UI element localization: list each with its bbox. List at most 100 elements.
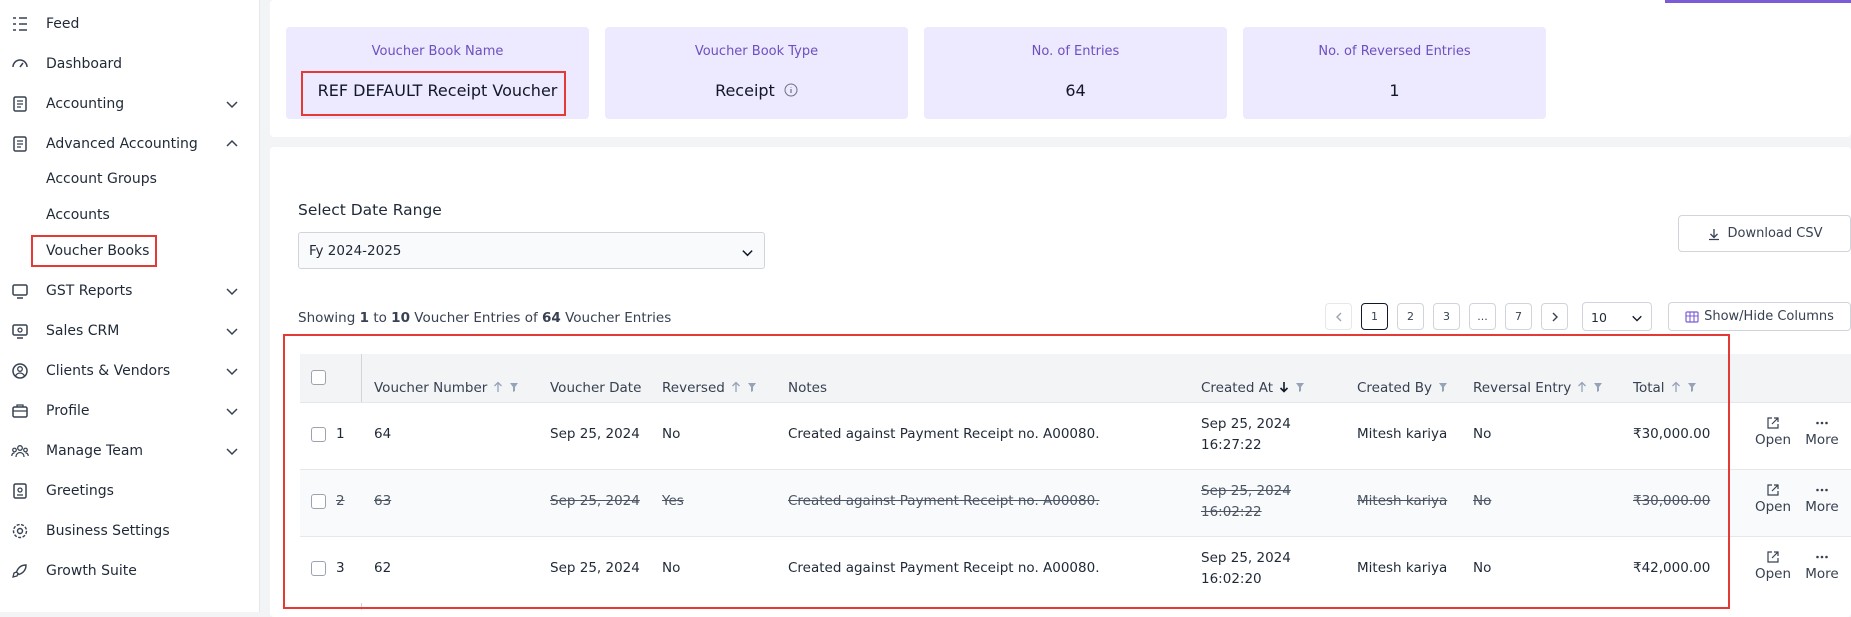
- gst-icon: [12, 284, 28, 299]
- nav-label: Clients & Vendors: [46, 363, 171, 379]
- chevron-down-icon: [742, 250, 753, 257]
- open-label: Open: [1754, 499, 1792, 515]
- prev-page-button[interactable]: [1325, 303, 1352, 330]
- nav-accounting[interactable]: Accounting: [0, 86, 260, 122]
- nav-label: Business Settings: [46, 523, 170, 539]
- download-icon: [1708, 228, 1719, 240]
- showing-from: 1: [359, 310, 370, 326]
- page-size-select[interactable]: 10: [1582, 302, 1652, 331]
- show-hide-columns-button[interactable]: Show/Hide Columns: [1668, 302, 1851, 331]
- chevron-down-icon: [226, 288, 238, 296]
- dashboard-icon: [12, 59, 28, 68]
- external-link-icon: [1767, 417, 1779, 429]
- nav-dashboard[interactable]: Dashboard: [0, 46, 260, 82]
- subnav-accounts[interactable]: Accounts: [46, 207, 110, 223]
- open-label: Open: [1754, 566, 1792, 582]
- showing-summary: Showing 1 to 10 Voucher Entries of 64 Vo…: [298, 310, 671, 326]
- chevron-down-icon: [226, 368, 238, 376]
- nav-gst-reports[interactable]: GST Reports: [0, 273, 260, 309]
- stat-value: 1: [1389, 81, 1400, 100]
- page-button-1[interactable]: 1: [1361, 303, 1388, 330]
- chevron-down-icon: [226, 328, 238, 336]
- more-label: More: [1805, 566, 1839, 582]
- nav-manage-team[interactable]: Manage Team: [0, 433, 260, 469]
- main-content: Voucher Book Name REF DEFAULT Receipt Vo…: [270, 0, 1851, 617]
- user-circle-icon: [12, 363, 28, 379]
- nav-feed[interactable]: Feed: [0, 6, 260, 42]
- subnav-account-groups[interactable]: Account Groups: [46, 171, 157, 187]
- open-label: Open: [1754, 432, 1792, 448]
- external-link-icon: [1767, 551, 1779, 563]
- nav-clients-vendors[interactable]: Clients & Vendors: [0, 353, 260, 389]
- date-range-value: Fy 2024-2025: [309, 243, 402, 259]
- showing-text: Voucher Entries of: [414, 310, 538, 326]
- chevron-right-icon: [1552, 312, 1558, 321]
- sidebar: Feed Dashboard Accounting Advanced Accou…: [0, 0, 260, 612]
- nav-greetings[interactable]: Greetings: [0, 473, 260, 509]
- more-button[interactable]: More: [1802, 483, 1842, 515]
- chevron-down-icon: [1632, 315, 1642, 322]
- chevron-down-icon: [226, 448, 238, 456]
- nav-label: Profile: [46, 403, 90, 419]
- nav-business-settings[interactable]: Business Settings: [0, 513, 260, 549]
- nav-label: Feed: [46, 16, 80, 32]
- open-button[interactable]: Open: [1753, 550, 1793, 582]
- highlight-box: [301, 71, 566, 116]
- nav-label: GST Reports: [46, 283, 133, 299]
- nav-label: Advanced Accounting: [46, 136, 198, 152]
- more-dots-icon: [1816, 555, 1828, 559]
- showing-total: 64: [542, 310, 561, 326]
- stat-no-of-reversed-entries: No. of Reversed Entries 1: [1243, 27, 1546, 119]
- stat-voucher-book-type: Voucher Book Type Receipt: [605, 27, 908, 119]
- team-icon: [11, 445, 29, 458]
- open-button[interactable]: Open: [1753, 416, 1793, 448]
- date-range-select[interactable]: Fy 2024-2025: [298, 232, 765, 269]
- chevron-down-icon: [226, 101, 238, 109]
- feed-icon: [13, 17, 27, 31]
- download-csv-label: Download CSV: [1727, 226, 1823, 241]
- nav-label: Manage Team: [46, 443, 144, 459]
- showing-text: Voucher Entries: [565, 310, 672, 326]
- page-button-3[interactable]: 3: [1433, 303, 1460, 330]
- external-link-icon: [1767, 484, 1779, 496]
- document-icon: [13, 96, 27, 112]
- info-icon[interactable]: [784, 83, 798, 97]
- page-button-7[interactable]: 7: [1505, 303, 1532, 330]
- stat-value: 64: [1065, 81, 1086, 100]
- next-page-button[interactable]: [1541, 303, 1568, 330]
- page-ellipsis[interactable]: ...: [1469, 303, 1496, 330]
- greetings-icon: [13, 483, 27, 499]
- nav-sales-crm[interactable]: Sales CRM: [0, 313, 260, 349]
- more-dots-icon: [1816, 488, 1828, 492]
- top-accent-bar: [1665, 0, 1851, 3]
- page-button-2[interactable]: 2: [1397, 303, 1424, 330]
- showing-text: Showing: [298, 310, 356, 326]
- more-button[interactable]: More: [1802, 550, 1842, 582]
- nav-advanced-accounting[interactable]: Advanced Accounting: [0, 126, 260, 162]
- nav-profile[interactable]: Profile: [0, 393, 260, 429]
- showing-text: to: [373, 310, 387, 326]
- nav-label: Dashboard: [46, 56, 122, 72]
- document-icon: [13, 136, 27, 152]
- date-range-label: Select Date Range: [298, 201, 442, 219]
- page-size-value: 10: [1591, 310, 1607, 325]
- columns-icon: [1685, 310, 1699, 323]
- nav-growth-suite[interactable]: Growth Suite: [0, 553, 260, 589]
- chevron-left-icon: [1335, 312, 1341, 321]
- showing-to: 10: [391, 310, 410, 326]
- nav-label: Growth Suite: [46, 563, 137, 579]
- stat-title: Voucher Book Type: [694, 44, 819, 59]
- more-label: More: [1805, 499, 1839, 515]
- open-button[interactable]: Open: [1753, 483, 1793, 515]
- stat-value-text: Receipt: [715, 81, 775, 100]
- nav-label: Accounting: [46, 96, 125, 112]
- stat-title: Voucher Book Name: [371, 44, 504, 59]
- more-button[interactable]: More: [1802, 416, 1842, 448]
- stat-no-of-entries: No. of Entries 64: [924, 27, 1227, 119]
- nav-label: Greetings: [46, 483, 114, 499]
- download-csv-button[interactable]: Download CSV: [1678, 215, 1851, 252]
- show-hide-columns-label: Show/Hide Columns: [1704, 309, 1834, 324]
- chevron-down-icon: [226, 408, 238, 416]
- highlight-box: [31, 235, 157, 267]
- stat-title: No. of Entries: [1031, 44, 1120, 59]
